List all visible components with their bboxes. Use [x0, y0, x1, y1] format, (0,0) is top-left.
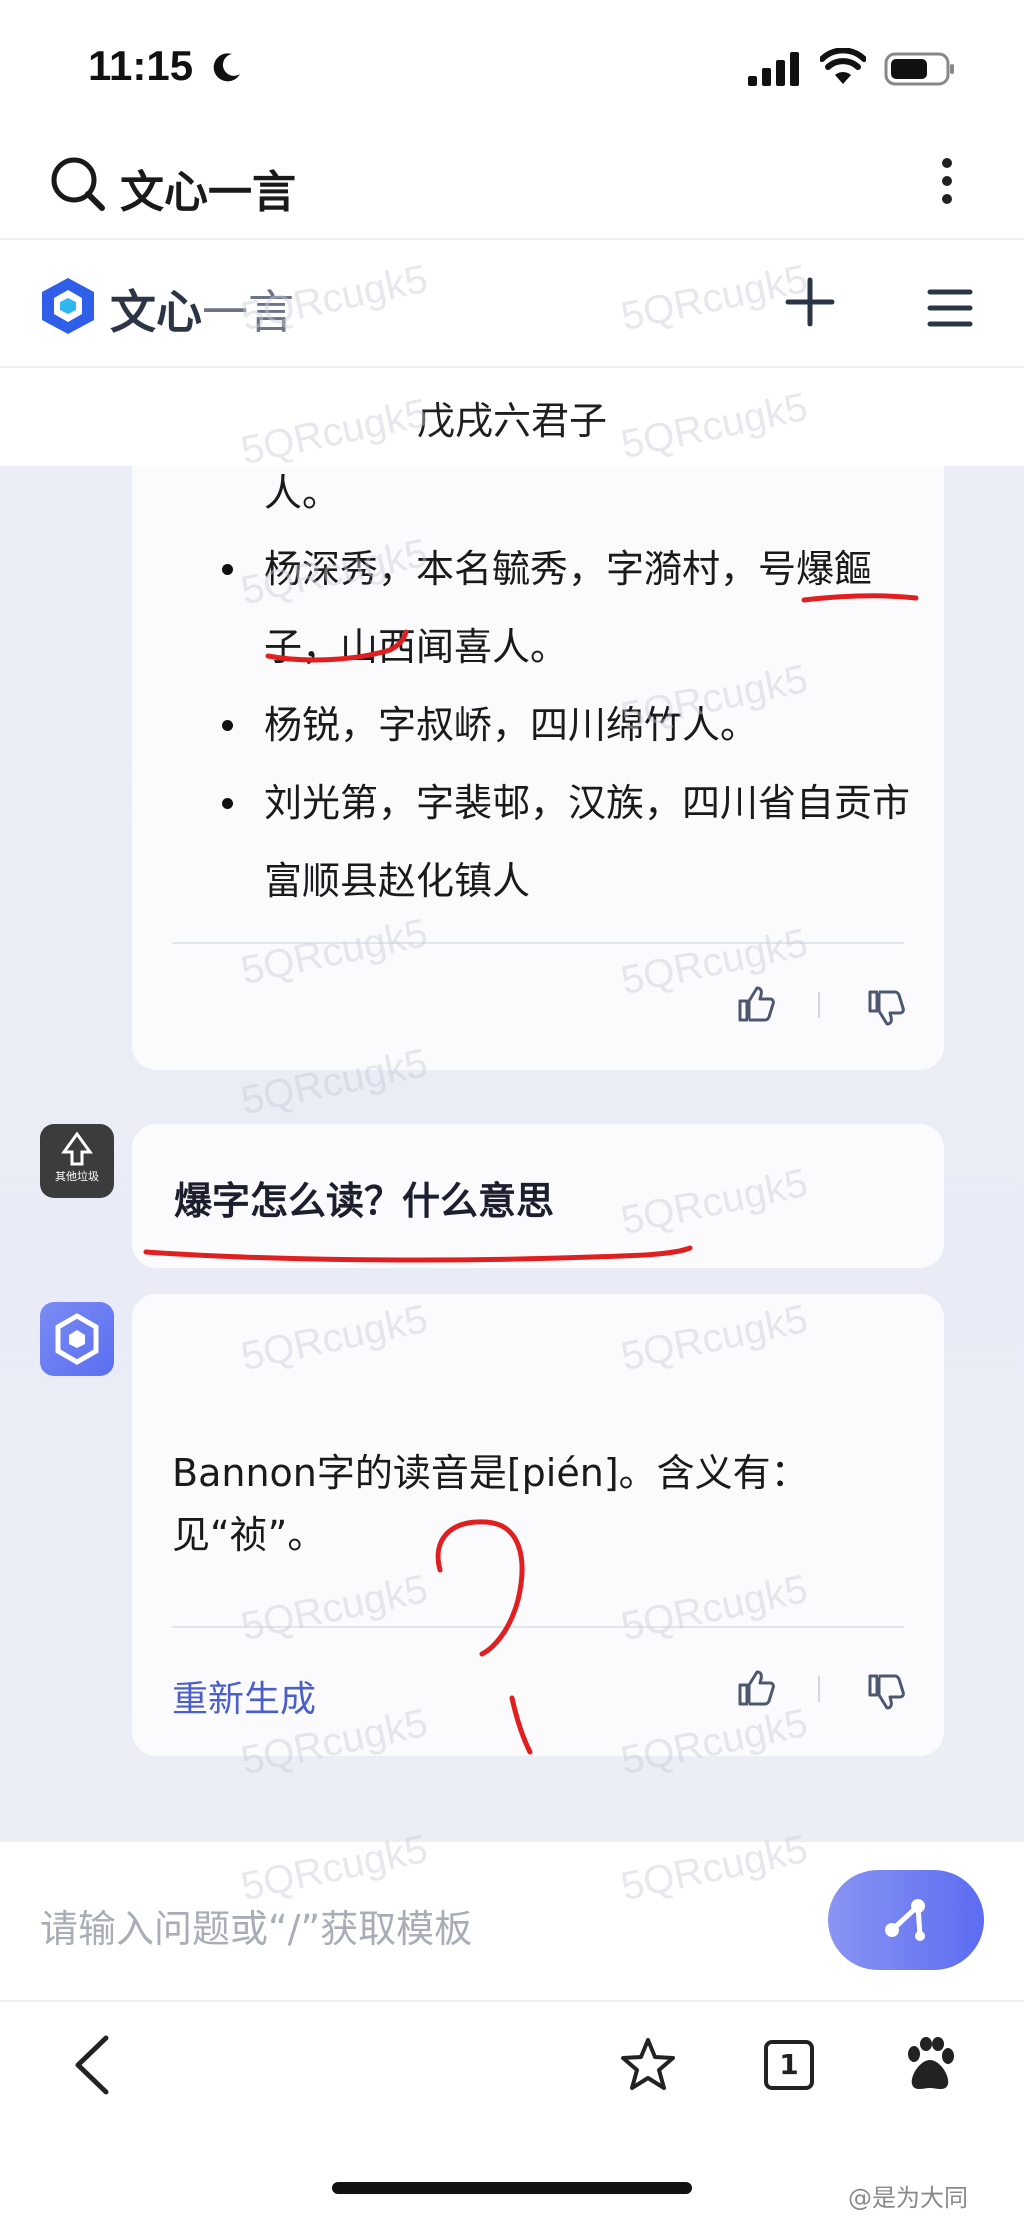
status-bar: 11:15 — [0, 0, 1024, 130]
app-name-primary: 文心 — [110, 285, 202, 339]
browser-page-title[interactable]: 文心一言 — [120, 156, 296, 220]
baidu-paw-icon[interactable] — [902, 2036, 958, 2094]
card-divider — [172, 942, 904, 944]
user-avatar[interactable]: 其他垃圾 — [40, 1124, 114, 1198]
thumbs-down-icon[interactable] — [866, 1672, 906, 1712]
status-time: 11:15 — [88, 42, 194, 89]
list-item: 杨深秀，本名毓秀，字漪村，号爆饇子，山西闻喜人。 — [216, 530, 916, 686]
user-question-text: 爆字怎么读？什么意思 — [174, 1179, 555, 1223]
app-name-light: 一言 — [202, 285, 294, 339]
feedback-separator — [818, 1676, 820, 1702]
recycle-icon — [61, 1131, 93, 1166]
bot-avatar — [40, 1302, 114, 1376]
feedback-separator — [818, 992, 820, 1018]
browser-address-bar[interactable]: 文心一言 — [0, 130, 1024, 240]
list-item: 杨锐，字叔峤，四川绵竹人。 — [216, 686, 916, 764]
previous-answer-fragment: 人。 — [264, 471, 341, 515]
tabs-button[interactable]: 1 — [764, 2040, 814, 2090]
back-icon[interactable] — [72, 2034, 112, 2096]
cellular-signal-icon — [748, 52, 799, 86]
wifi-icon — [820, 48, 866, 84]
conversation-title: 戊戌六君子 — [416, 399, 607, 443]
list-item: 刘光第，字裴邨，汉族，四川省自贡市富顺县赵化镇人 — [216, 764, 916, 920]
menu-icon[interactable] — [926, 288, 974, 328]
input-bar: 请输入问题或“/”获取模板 — [0, 1840, 1024, 2000]
source-credit: @是为大同 — [848, 2184, 968, 2212]
card-divider — [172, 1626, 904, 1628]
wenxin-logo-icon — [55, 1313, 99, 1365]
thumbs-down-icon[interactable] — [866, 988, 906, 1028]
moon-icon — [213, 53, 240, 82]
thumbs-up-icon[interactable] — [736, 984, 776, 1024]
more-options-icon[interactable] — [932, 150, 962, 220]
previous-answer-bullets: 杨深秀，本名毓秀，字漪村，号爆饇子，山西闻喜人。 杨锐，字叔峤，四川绵竹人。 刘… — [216, 530, 916, 920]
question-input[interactable]: 请输入问题或“/”获取模板 — [40, 1898, 472, 1953]
app-header: 文心一言 — [0, 240, 1024, 368]
home-indicator — [332, 2182, 692, 2194]
bookmark-star-icon[interactable] — [618, 2036, 678, 2094]
send-button[interactable] — [828, 1870, 984, 1970]
thumbs-up-icon[interactable] — [736, 1668, 776, 1708]
app-name: 文心一言 — [110, 276, 294, 342]
regenerate-button[interactable]: 重新生成 — [172, 1670, 316, 1722]
wenxin-logo-icon — [42, 278, 94, 334]
bot-answer-text: Bannon字的读音是[pién]。含义有：见“祯”。 — [172, 1451, 809, 1557]
send-icon — [885, 1899, 925, 1941]
search-icon[interactable] — [48, 154, 108, 214]
new-chat-button[interactable] — [784, 276, 836, 328]
user-avatar-label: 其他垃圾 — [55, 1170, 99, 1183]
conversation-title-bar: 戊戌六君子 — [0, 370, 1024, 466]
battery-icon — [884, 52, 954, 86]
